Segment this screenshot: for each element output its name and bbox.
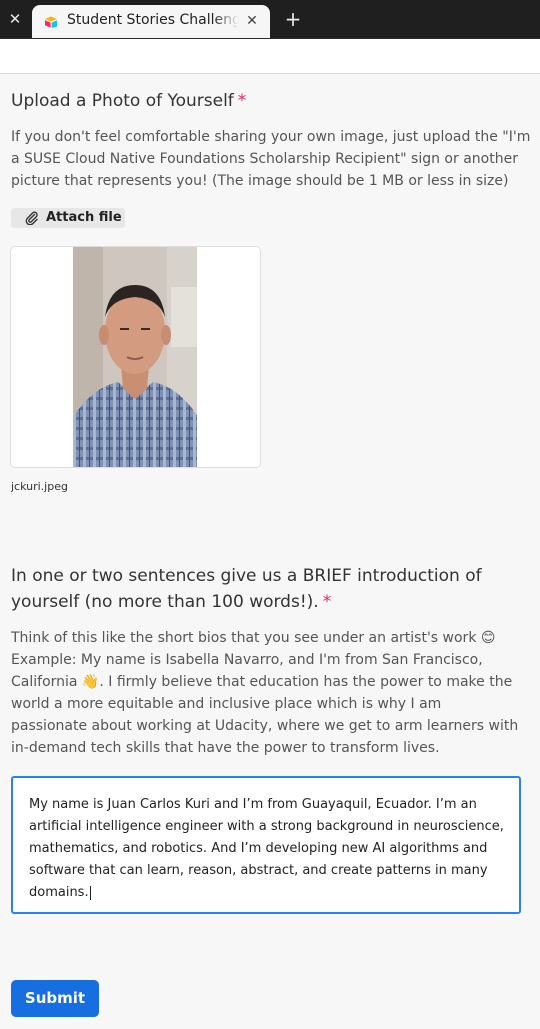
intro-field-title: In one or two sentences give us a BRIEF … <box>11 566 482 612</box>
form-header-strip <box>0 39 540 74</box>
browser-tab-bar: ✕ Student Stories Challenge ✕ + <box>0 0 540 39</box>
tab-close-icon[interactable]: ✕ <box>242 11 262 31</box>
attach-file-label: Attach file <box>46 210 122 225</box>
submit-button[interactable]: Submit <box>11 980 99 1017</box>
intro-textarea[interactable]: My name is Juan Carlos Kuri and I’m from… <box>11 776 521 914</box>
photo-field-title: Upload a Photo of Yourself <box>11 91 234 111</box>
close-icon[interactable]: ✕ <box>4 8 26 30</box>
intro-field-description: Think of this like the short bios that y… <box>11 630 519 756</box>
text-caret <box>89 885 91 900</box>
tab-title: Student Stories Challenge <box>67 12 239 28</box>
photo-field-description: If you don't feel comfortable sharing yo… <box>11 129 531 189</box>
intro-textarea-value: My name is Juan Carlos Kuri and I’m from… <box>29 794 509 904</box>
required-mark: * <box>237 91 247 111</box>
uploaded-filename: jckuri.jpeg <box>11 480 68 493</box>
paperclip-icon <box>25 211 38 225</box>
new-tab-icon[interactable]: + <box>282 8 304 30</box>
browser-tab[interactable]: Student Stories Challenge ✕ <box>32 5 270 38</box>
profile-photo <box>73 247 197 467</box>
intro-field-label: In one or two sentences give us a BRIEF … <box>11 563 531 615</box>
intro-answer-text: My name is Juan Carlos Kuri and I’m from… <box>29 797 504 900</box>
airtable-logo-icon <box>45 16 57 28</box>
photo-field-label: Upload a Photo of Yourself * <box>11 88 246 114</box>
attach-file-button[interactable]: Attach file <box>11 208 125 228</box>
required-mark: * <box>322 592 332 612</box>
uploaded-photo-thumbnail[interactable] <box>10 246 261 468</box>
